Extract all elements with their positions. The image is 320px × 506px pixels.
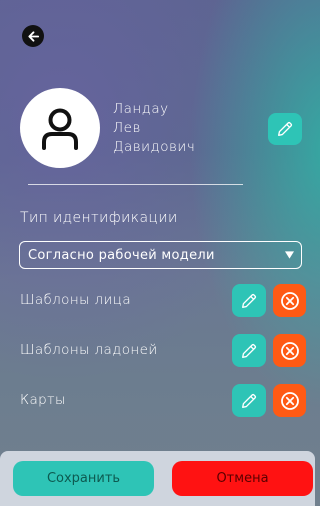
row-palm-templates: Шаблоны ладоней xyxy=(20,334,306,368)
identification-type-value: Согласно рабочей модели xyxy=(28,247,215,263)
close-circle-icon xyxy=(280,391,299,410)
back-button[interactable] xyxy=(22,25,44,47)
edit-cards-button[interactable] xyxy=(232,384,266,417)
edit-palm-templates-button[interactable] xyxy=(232,334,266,367)
pencil-icon xyxy=(242,343,257,358)
profile-name: Ландау Лев Давидович xyxy=(113,100,195,157)
pencil-icon xyxy=(242,293,257,308)
row-label: Шаблоны лица xyxy=(20,292,132,308)
edit-profile-button[interactable] xyxy=(268,113,302,145)
pencil-icon xyxy=(242,393,257,408)
chevron-down-icon xyxy=(285,251,294,259)
save-button[interactable]: Сохранить xyxy=(13,461,154,496)
avatar xyxy=(20,88,100,168)
arrow-left-icon xyxy=(27,30,39,42)
last-name: Ландау xyxy=(113,101,169,117)
identification-type-select[interactable]: Согласно рабочей модели xyxy=(19,241,302,269)
identification-type-label: Тип идентификации xyxy=(20,210,178,226)
row-cards: Карты xyxy=(20,384,306,418)
patronymic: Давидович xyxy=(113,139,196,155)
cancel-button[interactable]: Отмена xyxy=(172,461,313,496)
close-circle-icon xyxy=(280,341,299,360)
footer-bar: Сохранить Отмена xyxy=(0,451,315,506)
first-name: Лев xyxy=(113,120,141,136)
remove-palm-templates-button[interactable] xyxy=(273,334,306,367)
remove-face-templates-button[interactable] xyxy=(273,284,306,317)
pencil-icon xyxy=(278,121,293,136)
row-label: Шаблоны ладоней xyxy=(20,342,158,358)
close-circle-icon xyxy=(280,291,299,310)
row-face-templates: Шаблоны лица xyxy=(20,284,306,318)
divider xyxy=(28,184,243,185)
edit-face-templates-button[interactable] xyxy=(232,284,266,317)
row-label: Карты xyxy=(20,392,66,408)
user-icon xyxy=(42,108,78,150)
remove-cards-button[interactable] xyxy=(273,384,306,417)
